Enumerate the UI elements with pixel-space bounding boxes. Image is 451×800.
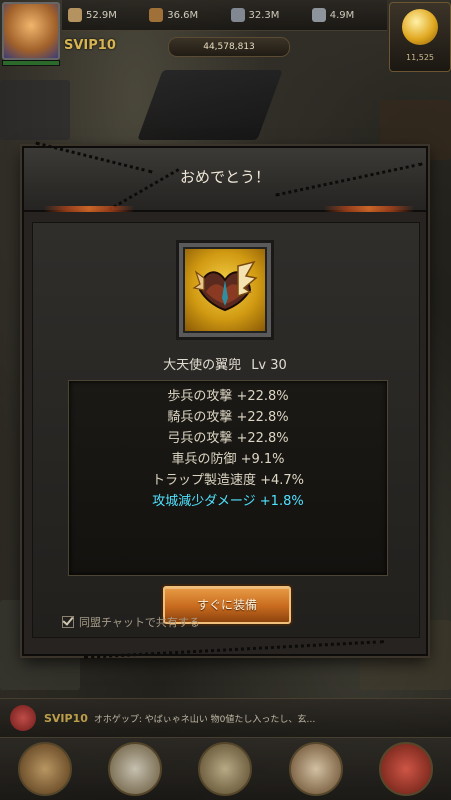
item-icon-frame[interactable] bbox=[176, 240, 274, 340]
gold-coin-icon bbox=[402, 9, 438, 45]
resource-value: 36.6M bbox=[167, 9, 199, 21]
share-label: 同盟チャットで共有する bbox=[79, 616, 200, 629]
bottom-nav bbox=[0, 738, 451, 800]
chat-avatar bbox=[10, 705, 36, 731]
wood-icon bbox=[149, 8, 164, 22]
ember-decoration bbox=[44, 206, 134, 212]
item-level: Lv 30 bbox=[251, 358, 287, 373]
stat-line: 歩兵の攻撃 +22.8% bbox=[167, 389, 289, 404]
resource-value: 32.3M bbox=[248, 9, 280, 21]
item-icon-background bbox=[183, 247, 267, 333]
chat-message: オホゲップ: やばぃゃネ山い 物0値たし入ったし、玄… bbox=[93, 714, 316, 725]
gold-shop-button[interactable]: 11,525 bbox=[389, 2, 451, 72]
nav-item[interactable] bbox=[288, 742, 343, 796]
nav-item[interactable] bbox=[108, 742, 163, 796]
ember-decoration bbox=[324, 206, 414, 212]
stat-line: トラップ製造速度 +4.7% bbox=[151, 473, 305, 488]
reward-dialog: おめでとう！ 大天使の翼兜 Lv 30 歩兵の攻撃 +22.8% 騎兵の攻撃 +2… bbox=[22, 141, 428, 659]
resource-food: 52.9M bbox=[62, 8, 143, 22]
resource-iron: 4.9M bbox=[306, 8, 387, 22]
iron-icon bbox=[311, 8, 326, 22]
stat-line: 騎兵の攻撃 +22.8% bbox=[167, 410, 289, 425]
item-title: 大天使の翼兜 Lv 30 bbox=[24, 354, 426, 373]
dialog-header: おめでとう！ bbox=[24, 141, 426, 212]
share-alliance-chat-toggle[interactable]: 同盟チャットで共有する bbox=[62, 614, 200, 630]
stone-icon bbox=[230, 8, 245, 22]
food-icon bbox=[68, 8, 82, 22]
resource-value: 52.9M bbox=[86, 9, 117, 21]
top-hud: 52.9M 36.6M 32.3M 4.9M SVIP10 44,578,813… bbox=[0, 0, 451, 72]
nav-item[interactable] bbox=[378, 742, 433, 796]
power-display: 44,578,813 bbox=[168, 37, 290, 57]
item-name: 大天使の翼兜 bbox=[163, 358, 242, 373]
stat-line: 弓兵の攻撃 +22.8% bbox=[167, 431, 289, 446]
stat-line: 車兵の防御 +9.1% bbox=[171, 452, 285, 467]
chat-ticker[interactable]: SVIP10 オホゲップ: やばぃゃネ山い 物0値たし入ったし、玄… bbox=[0, 698, 451, 738]
winged-helmet-icon bbox=[192, 260, 258, 312]
stat-line-highlight: 攻城減少ダメージ +1.8% bbox=[152, 494, 304, 509]
nav-item[interactable] bbox=[18, 742, 73, 796]
chat-vip: SVIP10 bbox=[44, 711, 88, 725]
nav-item[interactable] bbox=[198, 742, 253, 796]
gold-amount: 11,525 bbox=[406, 53, 434, 62]
resource-bar[interactable]: 52.9M 36.6M 32.3M 4.9M bbox=[62, 0, 387, 31]
checkbox-checked-icon[interactable] bbox=[62, 616, 74, 628]
vip-badge[interactable]: SVIP10 bbox=[64, 38, 116, 53]
player-avatar[interactable] bbox=[2, 2, 60, 60]
resource-value: 4.9M bbox=[329, 9, 355, 21]
stats-panel: 歩兵の攻撃 +22.8% 騎兵の攻撃 +22.8% 弓兵の攻撃 +22.8% 車… bbox=[68, 380, 388, 576]
resource-wood: 36.6M bbox=[143, 8, 224, 22]
stamina-bar bbox=[2, 60, 60, 66]
resource-stone: 32.3M bbox=[225, 8, 306, 22]
dialog-title: おめでとう！ bbox=[179, 168, 270, 186]
